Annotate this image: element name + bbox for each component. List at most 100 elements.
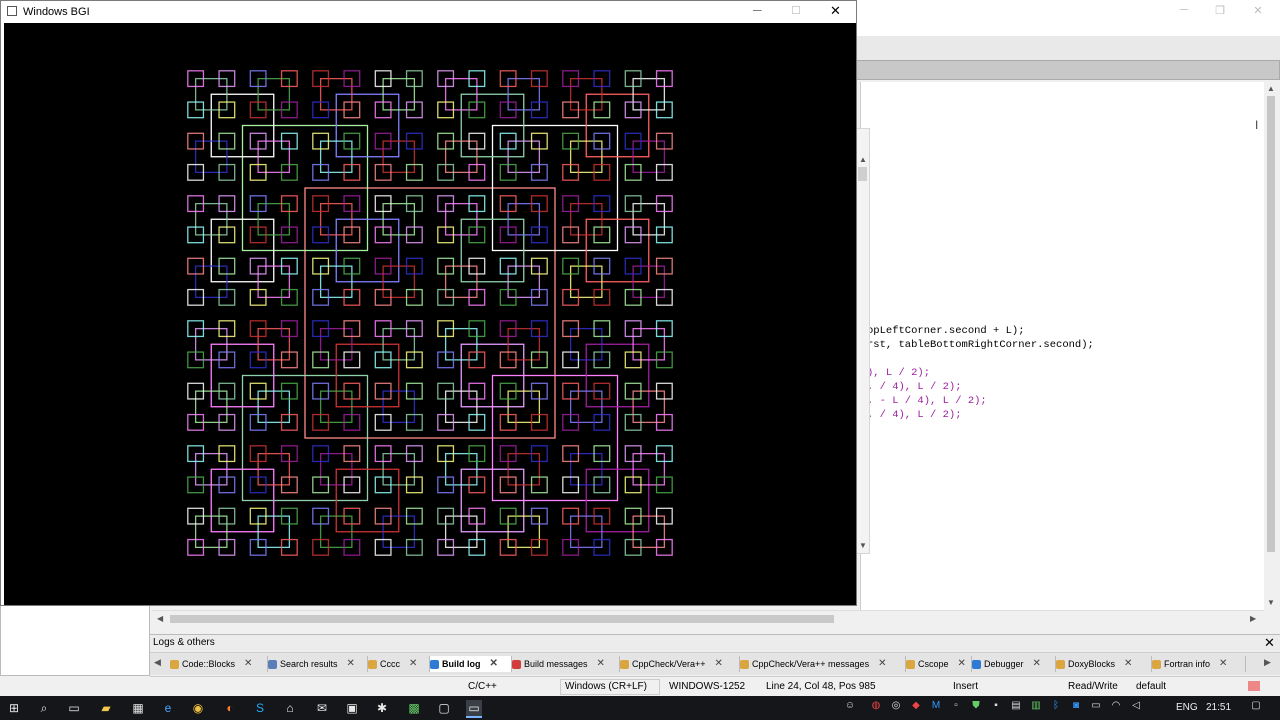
close-tab-icon[interactable]: ✕ [715,656,723,672]
antivirus-icon[interactable]: ◍ [870,700,882,714]
close-tab-icon[interactable]: ✕ [347,656,355,672]
ide-titlebar: ─ ❐ ✕ [856,0,1280,36]
mail-icon[interactable]: ✉ [314,700,330,716]
scroll-right-icon[interactable]: ▶ [1250,614,1256,623]
close-tab-icon[interactable]: ✕ [1124,656,1132,672]
tab-scroll-left-icon[interactable]: ◀ [154,657,161,668]
notifications-icon[interactable]: ▢ [1250,700,1262,714]
chrome-icon[interactable]: ◉ [190,700,206,716]
tab-label: Cccc [380,659,400,669]
ide-maximize-button[interactable]: ❐ [1210,4,1230,18]
logs-panel-header: Logs & others ✕ [150,634,1280,651]
close-tab-icon[interactable]: ✕ [597,656,605,672]
tray-app-icon[interactable]: ▪ [990,700,1002,714]
search-icon [268,659,277,669]
ide-close-button[interactable]: ✕ [1248,4,1268,18]
skype-icon[interactable]: S [252,700,268,716]
tab-cppcheck-messages[interactable]: CppCheck/Vera++ messages ✕ [740,656,906,672]
tab-fortran[interactable]: Fortran info ✕ [1152,656,1246,672]
tray-app-icon[interactable]: ▫ [950,700,962,714]
close-tab-icon[interactable]: ✕ [878,656,886,672]
tab-build-log[interactable]: Build log ✕ [430,656,512,672]
start-windows-icon[interactable]: ⊞ [6,700,22,716]
task-view-icon[interactable]: ▭ [66,700,82,716]
code-editor[interactable]: opLeftCorner.second + L); rst, tableBott… [860,82,1265,612]
tab-scroll-right-icon[interactable]: ▶ [1264,657,1271,668]
bgi-drawing-canvas[interactable] [4,23,856,605]
tab-label: CppCheck/Vera++ [632,659,706,669]
ide-toolbar [856,36,1280,61]
logs-panel-title: Logs & others [153,637,215,648]
taskbar: ⊞ ⌕ ▭ ▰ ▦ e ◉ ◐ S ⌂ ✉ ▣ ✱ ▩ ▢ ▭ ☺ ◍ ◎ ◆ … [0,696,1280,720]
clock-time[interactable]: 21:51 [1206,702,1231,713]
volume-icon[interactable]: ◁ [1130,700,1142,714]
code-line: rst, tableBottomRightCorner.second); [867,339,1094,351]
status-profile: default [1136,681,1167,692]
close-tab-icon[interactable]: ✕ [409,656,417,672]
fortran-icon [1152,659,1161,669]
tray-app-icon[interactable]: ▤ [1010,700,1022,714]
fractal-square [304,187,556,439]
settings-icon[interactable]: ✱ [374,700,390,716]
close-tab-icon[interactable]: ✕ [244,656,252,672]
close-button[interactable]: ✕ [830,3,841,19]
tab-build-messages[interactable]: Build messages ✕ [512,656,620,672]
photos-icon[interactable]: ▣ [344,700,360,716]
scroll-left-icon[interactable]: ◀ [157,614,163,623]
codeblocks-icon[interactable]: ▩ [406,700,422,716]
close-tab-icon[interactable]: ✕ [490,656,498,672]
scroll-down-icon[interactable]: ▼ [859,541,867,550]
editor-tab-strip [856,60,1280,80]
bgi-window-taskbar-icon[interactable]: ▭ [466,700,482,718]
doxyblocks-icon [1056,659,1065,669]
tray-app-icon[interactable]: ▥ [1030,700,1042,714]
tab-cscope[interactable]: Cscope ✕ [906,656,972,672]
minimize-button[interactable]: ─ [753,3,762,17]
editor-vertical-scrollbar[interactable]: ▲ ▼ [1264,82,1278,612]
wifi-icon[interactable]: ◠ [1110,700,1122,714]
inner-vertical-scrollbar[interactable]: ▲ ▼ [856,128,870,554]
scroll-up-icon[interactable]: ▲ [859,155,867,164]
tab-search[interactable]: Search results ✕ [268,656,368,672]
close-icon[interactable]: ✕ [1264,635,1275,651]
tab-debugger[interactable]: Debugger ✕ [972,656,1056,672]
bluetooth-icon[interactable]: ᛒ [1050,700,1062,714]
people-icon[interactable]: ☺ [844,700,856,714]
firefox-icon[interactable]: ◐ [222,700,238,716]
build-log-icon [430,659,439,669]
editor-horizontal-scrollbar[interactable]: ◀ ▶ [152,610,1264,627]
tray-app-icon[interactable]: ◎ [890,700,902,714]
tray-app-icon[interactable]: M [930,700,942,714]
file-explorer-icon[interactable]: ▰ [98,700,114,716]
search-icon[interactable]: ⌕ [36,700,52,716]
store-icon[interactable]: ⌂ [282,700,298,716]
tab-label: DoxyBlocks [1068,659,1116,669]
input-language[interactable]: ENG [1176,702,1198,713]
tab-label: Debugger [984,659,1024,669]
scroll-thumb[interactable] [170,615,834,623]
calculator-icon[interactable]: ▦ [130,700,146,716]
debugger-icon [972,659,981,669]
scroll-thumb[interactable] [858,167,867,181]
close-tab-icon[interactable]: ✕ [1033,656,1041,672]
ide-minimize-button[interactable]: ─ [1174,4,1194,18]
scroll-down-icon[interactable]: ▼ [1267,598,1275,607]
shield-icon[interactable]: ⛊ [970,700,982,714]
tab-doxyblocks[interactable]: DoxyBlocks ✕ [1056,656,1152,672]
tab-cppcheck[interactable]: CppCheck/Vera++ ✕ [620,656,740,672]
scroll-thumb[interactable] [1267,96,1275,552]
bgi-app-icon [7,6,17,16]
status-flag-icon [1248,681,1260,691]
tab-codeblocks[interactable]: Code::Blocks ✕ [170,656,268,672]
tab-cccc[interactable]: Cccc ✕ [368,656,430,672]
tray-app-icon[interactable]: ◙ [1070,700,1082,714]
console-icon[interactable]: ▢ [436,700,452,716]
battery-icon[interactable]: ▭ [1090,700,1102,714]
close-tab-icon[interactable]: ✕ [1219,656,1227,672]
scroll-up-icon[interactable]: ▲ [1267,84,1275,93]
maximize-button[interactable]: ☐ [791,4,801,17]
tab-label: Search results [280,659,338,669]
close-tab-icon[interactable]: ✕ [958,656,966,672]
edge-icon[interactable]: e [160,700,176,716]
tray-app-icon[interactable]: ◆ [910,700,922,714]
